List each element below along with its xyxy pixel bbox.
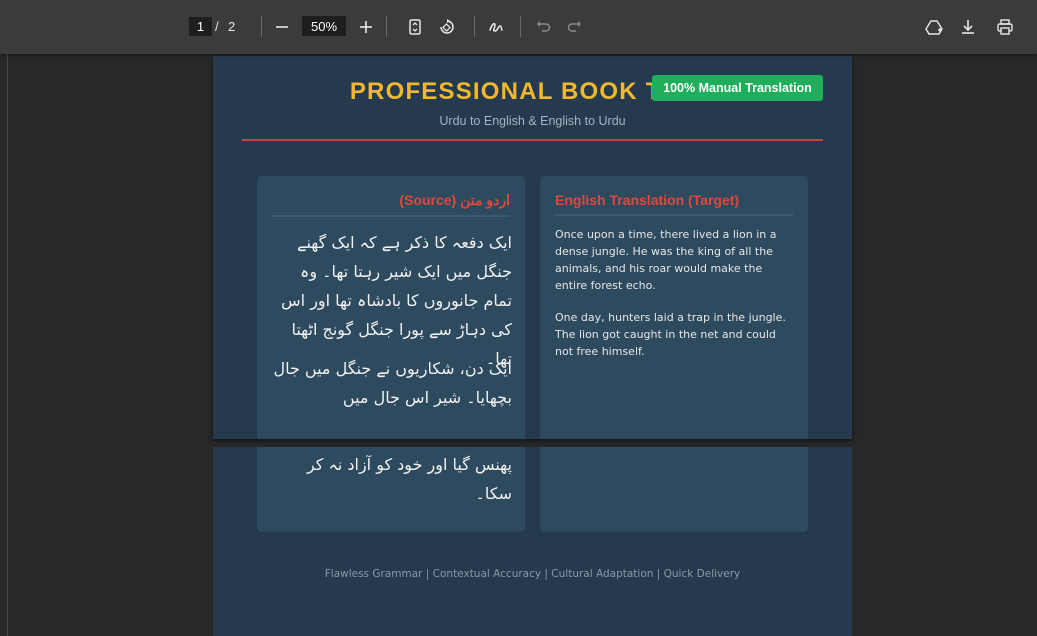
title-divider [242, 139, 823, 141]
urdu-paragraph-1: ایک دفعہ کا ذکر ہے کہ ایک گھنے جنگل میں … [281, 233, 512, 368]
urdu-paragraph-2: ایک دن، شکاریوں نے جنگل میں جال بچھایا۔ … [273, 359, 512, 407]
redo-button[interactable] [562, 14, 588, 40]
print-button[interactable] [992, 14, 1018, 40]
plus-icon [360, 21, 372, 33]
download-icon [962, 20, 974, 34]
sidebar-strip [0, 54, 8, 636]
toolbar-divider [386, 16, 387, 37]
undo-icon [537, 21, 551, 32]
pdf-page-2: پھنس گیا اور خود کو آزاد نہ کر سکا۔ Flaw… [213, 447, 852, 636]
zoom-level-input[interactable]: 50% [302, 16, 346, 36]
english-heading: English Translation (Target) [555, 192, 793, 216]
draw-button[interactable] [483, 14, 509, 40]
download-button[interactable] [955, 14, 981, 40]
undo-button[interactable] [530, 14, 556, 40]
fit-page-icon [409, 19, 421, 35]
pdf-toolbar: 1 / 2 50% [0, 0, 1037, 54]
document-footer: Flawless Grammar | Contextual Accuracy |… [324, 568, 741, 580]
add-to-drive-icon [925, 20, 943, 35]
toolbar-divider [474, 16, 475, 37]
pdf-page-1: PROFESSIONAL BOOK TRAN 100% Manual Trans… [213, 56, 852, 439]
document-subtitle: Urdu to English & English to Urdu [439, 114, 626, 128]
zoom-in-button[interactable] [353, 14, 379, 40]
current-page-input[interactable]: 1 [189, 17, 212, 36]
redo-icon [567, 21, 581, 32]
page-separator: / [215, 19, 219, 34]
fit-page-button[interactable] [402, 14, 428, 40]
zoom-out-button[interactable] [269, 14, 295, 40]
print-icon [997, 19, 1013, 35]
english-target-card-continued [540, 447, 808, 532]
rotate-icon [440, 19, 454, 34]
rotate-button[interactable] [434, 14, 460, 40]
english-paragraph-1: Once upon a time, there lived a lion in … [555, 228, 777, 292]
manual-translation-badge: 100% Manual Translation [652, 75, 823, 101]
total-pages: 2 [228, 19, 236, 34]
toolbar-divider [261, 16, 262, 37]
minus-icon [276, 26, 288, 28]
urdu-paragraph-2-continued: پھنس گیا اور خود کو آزاد نہ کر سکا۔ [306, 455, 512, 503]
draw-icon [489, 22, 503, 32]
english-paragraph-2: One day, hunters laid a trap in the jung… [555, 311, 786, 358]
english-target-card: English Translation (Target) Once upon a… [540, 176, 808, 439]
urdu-source-card-continued: پھنس گیا اور خود کو آزاد نہ کر سکا۔ [257, 447, 525, 532]
urdu-source-card: اردو متن (Source) ایک دفعہ کا ذکر ہے کہ … [257, 176, 525, 439]
add-to-drive-button[interactable] [921, 14, 947, 40]
toolbar-divider [520, 16, 521, 37]
urdu-heading: اردو متن (Source) [272, 192, 510, 217]
